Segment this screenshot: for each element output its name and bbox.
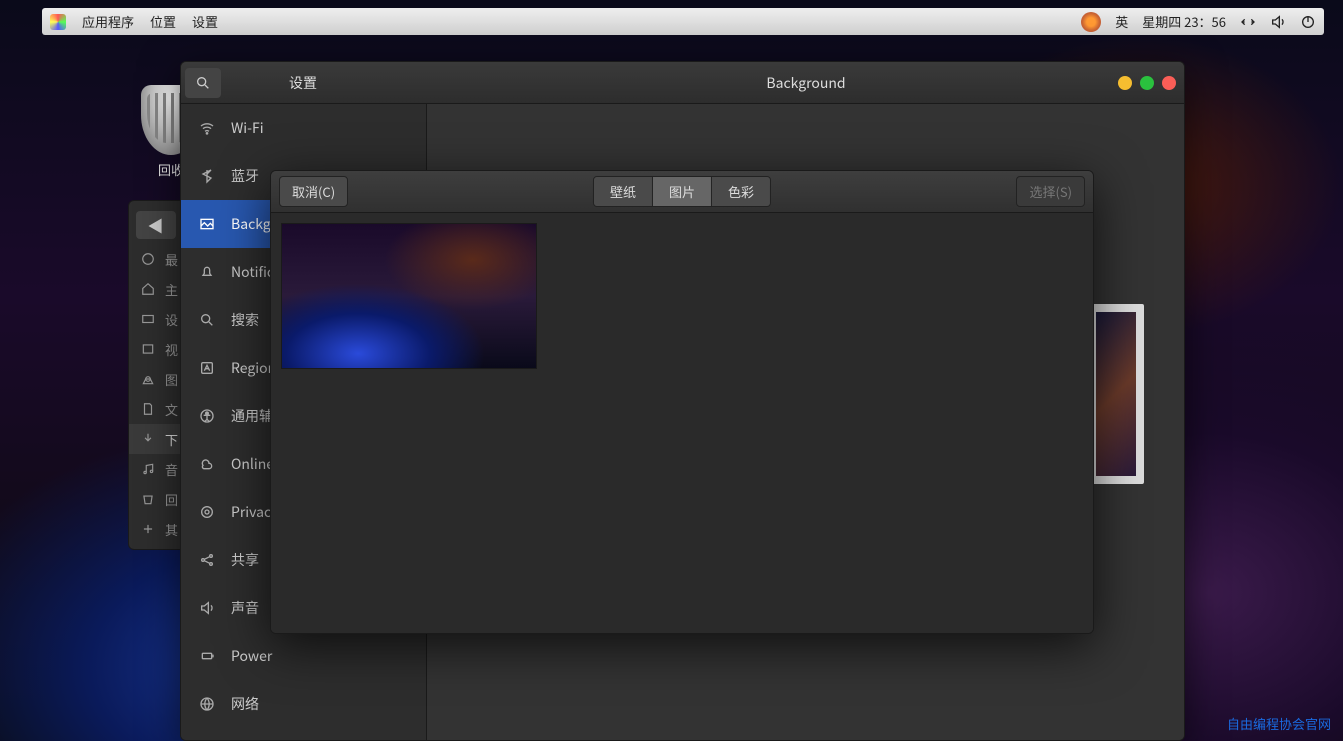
picture-thumbnail[interactable] (281, 223, 537, 369)
files-place-item[interactable]: 音 (129, 454, 182, 484)
region-icon (199, 360, 215, 376)
distro-logo-icon[interactable] (1081, 12, 1101, 32)
applications-menu-icon[interactable] (50, 14, 66, 30)
files-place-item[interactable]: 文 (129, 394, 182, 424)
chooser-tabs: 壁纸 图片 色彩 (593, 176, 771, 207)
network-icon (199, 696, 215, 712)
files-place-item[interactable]: 其 (129, 514, 182, 544)
window-close-button[interactable] (1162, 76, 1176, 90)
category-wifi[interactable]: Wi-Fi (181, 104, 426, 152)
files-back-button[interactable]: ◀ (136, 211, 176, 239)
settings-headerbar[interactable]: 设置 Background (181, 62, 1184, 104)
settings-menu[interactable]: 设置 (192, 12, 218, 31)
top-panel: 应用程序 位置 设置 英 星期四 23：56 (42, 8, 1324, 35)
chooser-grid (271, 213, 1093, 633)
watermark-text: 自由编程协会官网 (1227, 714, 1331, 733)
window-maximize-button[interactable] (1140, 76, 1154, 90)
files-window-sidebar: ◀ 最 主 设 视 图 文 下 音 回 其 (128, 200, 183, 550)
settings-title-left: 设置 (289, 73, 317, 93)
files-place-item[interactable]: 设 (129, 304, 182, 334)
bluetooth-icon (199, 168, 215, 184)
files-place-item[interactable]: 图 (129, 364, 182, 394)
search-icon (199, 312, 215, 328)
privacy-icon (199, 504, 215, 520)
category-power[interactable]: Power (181, 632, 426, 680)
chooser-headerbar[interactable]: 取消(C) 壁纸 图片 色彩 选择(S) (271, 171, 1093, 213)
volume-icon[interactable] (1270, 14, 1286, 30)
online-accounts-icon (199, 456, 215, 472)
files-place-item[interactable]: 回 (129, 484, 182, 514)
tab-colors[interactable]: 色彩 (712, 177, 770, 206)
resize-icon[interactable] (1240, 14, 1256, 30)
files-place-item[interactable]: 最 (129, 244, 182, 274)
sound-icon (199, 600, 215, 616)
files-place-item[interactable]: 视 (129, 334, 182, 364)
background-chooser-dialog: 取消(C) 壁纸 图片 色彩 选择(S) (270, 170, 1094, 634)
tab-pictures[interactable]: 图片 (653, 177, 712, 206)
bell-icon (199, 264, 215, 280)
files-place-item[interactable]: 下 (129, 424, 182, 454)
wifi-icon (199, 120, 215, 136)
accessibility-icon (199, 408, 215, 424)
lockscreen-preview[interactable] (1088, 304, 1144, 484)
power-icon (199, 648, 215, 664)
ime-indicator[interactable]: 英 (1115, 12, 1128, 31)
clock[interactable]: 星期四 23：56 (1142, 12, 1226, 31)
window-minimize-button[interactable] (1118, 76, 1132, 90)
settings-search-button[interactable] (185, 68, 221, 98)
select-button[interactable]: 选择(S) (1016, 176, 1085, 207)
settings-title-right: Background (766, 73, 845, 93)
category-network[interactable]: 网络 (181, 680, 426, 728)
files-place-item[interactable]: 主 (129, 274, 182, 304)
applications-menu[interactable]: 应用程序 (82, 12, 134, 31)
power-icon[interactable] (1300, 14, 1316, 30)
share-icon (199, 552, 215, 568)
tab-wallpaper[interactable]: 壁纸 (594, 177, 653, 206)
places-menu[interactable]: 位置 (150, 12, 176, 31)
search-icon (195, 75, 211, 91)
background-icon (199, 216, 215, 232)
cancel-button[interactable]: 取消(C) (279, 176, 348, 207)
